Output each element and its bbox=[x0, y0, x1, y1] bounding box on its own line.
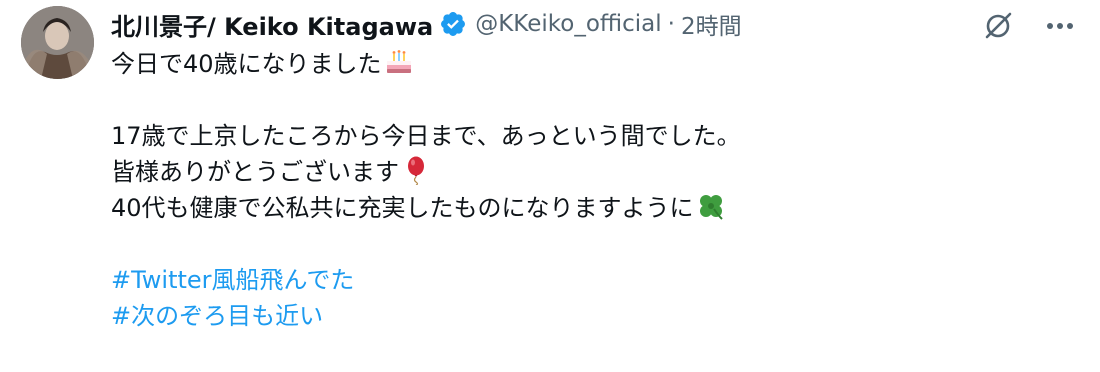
tweet: 北川景子/ Keiko Kitagawa @KKeiko_official · … bbox=[0, 0, 1100, 372]
cake-emoji-icon bbox=[384, 47, 414, 77]
tweet-line-4: 皆様ありがとうございます bbox=[111, 154, 1071, 190]
balloon-emoji-icon bbox=[401, 155, 431, 186]
hashtag-line-2: #次のぞろ目も近い bbox=[111, 298, 1071, 334]
hashtag-link[interactable]: #次のぞろ目も近い bbox=[111, 302, 323, 330]
verified-badge-icon bbox=[439, 10, 467, 38]
more-button[interactable] bbox=[1040, 6, 1080, 46]
tweet-line-5: 40代も健康で公私共に充実したものになりますように bbox=[111, 190, 1071, 226]
display-name[interactable]: 北川景子/ Keiko Kitagawa bbox=[111, 7, 433, 42]
tweet-actions bbox=[978, 6, 1080, 46]
tweet-text: 今日で40歳になりました bbox=[111, 50, 382, 78]
tweet-body: 今日で40歳になりました 17歳で上京したころから今日まで、あっという間でした。… bbox=[111, 46, 1071, 334]
tweet-header: 北川景子/ Keiko Kitagawa @KKeiko_official · … bbox=[111, 4, 742, 44]
avatar-photo bbox=[21, 6, 94, 79]
tweet-text: 40代も健康で公私共に充実したものになりますように bbox=[111, 194, 694, 222]
tweet-line-3: 17歳で上京したころから今日まで、あっという間でした。 bbox=[111, 122, 741, 150]
grok-button[interactable] bbox=[978, 6, 1018, 46]
more-icon bbox=[1047, 23, 1073, 29]
separator-dot: · bbox=[667, 11, 675, 37]
hashtag-link[interactable]: #Twitter風船飛んでた bbox=[111, 266, 354, 294]
tweet-line-6 bbox=[111, 226, 1071, 262]
timestamp[interactable]: 2時間 bbox=[681, 7, 742, 41]
tweet-text: 皆様ありがとうございます bbox=[111, 158, 399, 186]
avatar[interactable] bbox=[21, 6, 94, 79]
handle[interactable]: @KKeiko_official bbox=[475, 11, 661, 37]
grok-icon bbox=[985, 12, 1012, 39]
tweet-line-2 bbox=[111, 82, 1071, 118]
tweet-line-1: 今日で40歳になりました bbox=[111, 46, 1071, 82]
hashtag-line-1: #Twitter風船飛んでた bbox=[111, 262, 1071, 298]
four-leaf-clover-emoji-icon bbox=[696, 191, 726, 221]
